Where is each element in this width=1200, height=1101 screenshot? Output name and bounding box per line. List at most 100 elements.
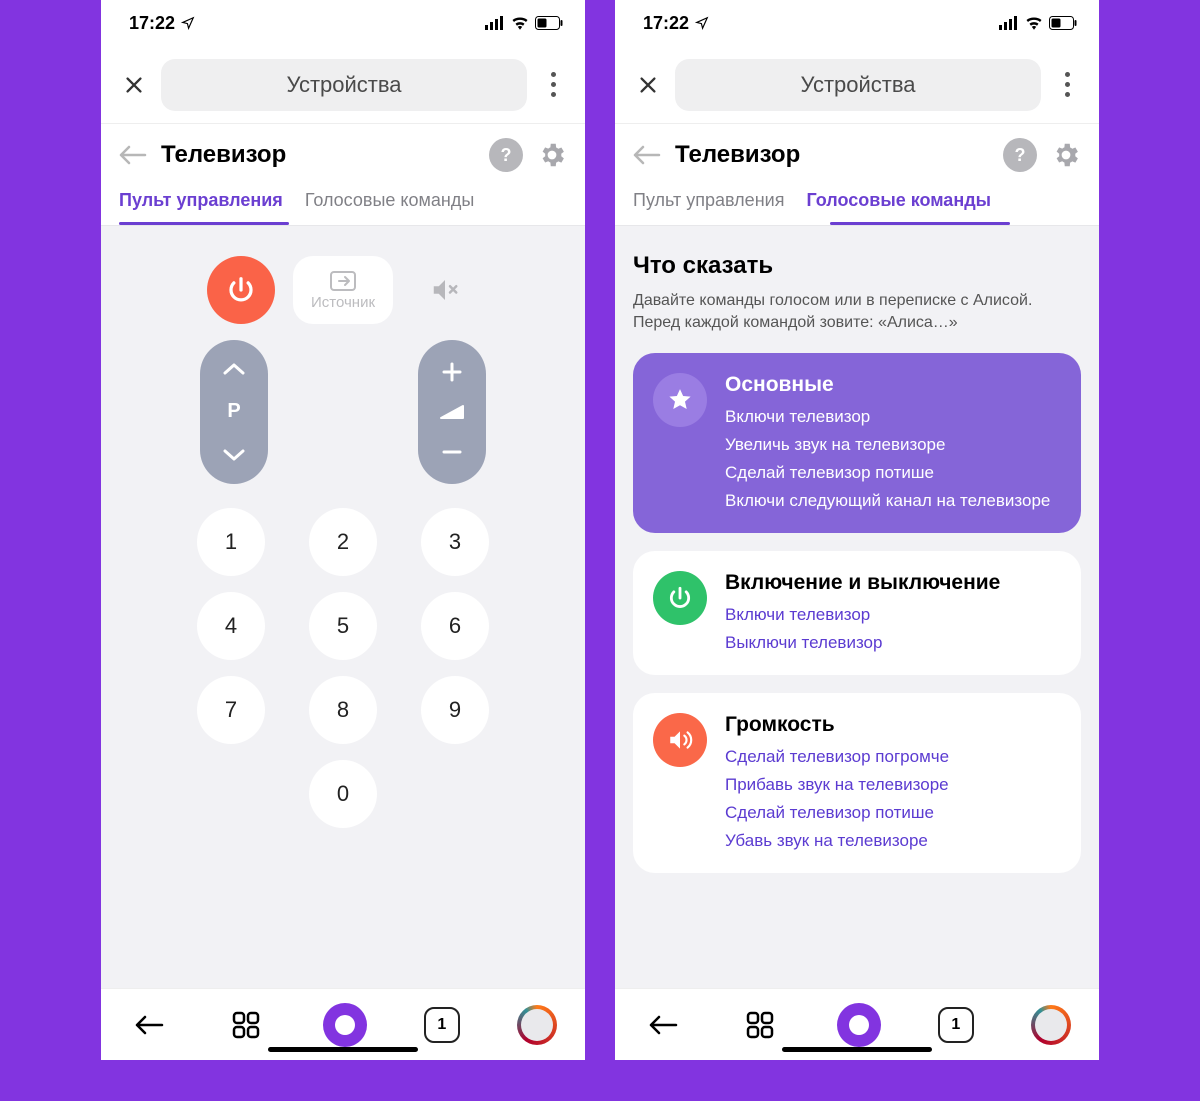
channel-label: P [227, 400, 240, 423]
back-arrow-icon[interactable] [119, 145, 147, 165]
tab-remote[interactable]: Пульт управления [633, 180, 784, 225]
page-context-label: Устройства [286, 72, 401, 98]
numkey-8[interactable]: 8 [309, 676, 377, 744]
page-header: Телевизор ? [101, 124, 585, 180]
numpad: 1 2 3 4 5 6 7 8 9 0 [197, 508, 489, 828]
nav-alice-button[interactable] [323, 1003, 367, 1047]
nav-tabs-button[interactable]: 1 [424, 1007, 460, 1043]
grid-icon [746, 1011, 774, 1039]
status-time: 17:22 [129, 13, 175, 34]
tab-voice[interactable]: Голосовые команды [305, 180, 474, 225]
numkey-2[interactable]: 2 [309, 508, 377, 576]
speaker-icon [653, 713, 707, 767]
status-bar: 17:22 [615, 0, 1099, 46]
input-icon [329, 270, 357, 292]
settings-button[interactable] [1051, 140, 1081, 170]
phone-screen-remote: 17:22 Устройства Телевизор ? Пульт управ… [101, 0, 585, 1060]
voice-command: Включи телевизор [725, 407, 1061, 427]
close-icon [123, 74, 145, 96]
voice-command: Прибавь звук на телевизоре [725, 775, 1061, 795]
settings-button[interactable] [537, 140, 567, 170]
mute-button[interactable] [411, 256, 479, 324]
help-button[interactable]: ? [1003, 138, 1037, 172]
arrow-left-icon [134, 1014, 164, 1036]
close-button[interactable] [119, 70, 149, 100]
voice-command: Сделай телевизор погромче [725, 747, 1061, 767]
card-power-title: Включение и выключение [725, 571, 1061, 595]
cellular-icon [999, 16, 1019, 30]
avatar-icon [521, 1009, 553, 1041]
arrow-left-icon [648, 1014, 678, 1036]
remote-panel: Источник P 1 2 3 4 5 6 7 [101, 226, 585, 988]
more-menu-button[interactable] [539, 72, 567, 97]
voice-command: Включи телевизор [725, 605, 1061, 625]
nav-apps-button[interactable] [226, 1005, 266, 1045]
phone-screen-voice: 17:22 Устройства Телевизор ? Пульт управ… [615, 0, 1099, 1060]
home-indicator[interactable] [268, 1047, 418, 1052]
wifi-icon [1025, 16, 1043, 30]
help-button[interactable]: ? [489, 138, 523, 172]
numkey-7[interactable]: 7 [197, 676, 265, 744]
numkey-6[interactable]: 6 [421, 592, 489, 660]
source-label: Источник [311, 294, 375, 311]
close-icon [637, 74, 659, 96]
numkey-5[interactable]: 5 [309, 592, 377, 660]
more-menu-button[interactable] [1053, 72, 1081, 97]
voice-command: Включи следующий канал на телевизоре [725, 491, 1061, 511]
voice-command: Выключи телевизор [725, 633, 1061, 653]
numkey-1[interactable]: 1 [197, 508, 265, 576]
channel-down-button[interactable] [223, 448, 245, 462]
nav-back-button[interactable] [129, 1005, 169, 1045]
voice-heading: Что сказать [633, 252, 1081, 280]
close-button[interactable] [633, 70, 663, 100]
numkey-3[interactable]: 3 [421, 508, 489, 576]
star-icon [653, 373, 707, 427]
card-basic[interactable]: Основные Включи телевизор Увеличь звук н… [633, 353, 1081, 533]
home-indicator[interactable] [782, 1047, 932, 1052]
source-button[interactable]: Источник [293, 256, 393, 324]
tab-voice[interactable]: Голосовые команды [806, 180, 991, 225]
nav-alice-button[interactable] [837, 1003, 881, 1047]
tab-count: 1 [951, 1016, 960, 1034]
numkey-0[interactable]: 0 [309, 760, 377, 828]
numkey-9[interactable]: 9 [421, 676, 489, 744]
tab-remote[interactable]: Пульт управления [119, 180, 283, 225]
tabs: Пульт управления Голосовые команды [101, 180, 585, 226]
nav-profile-button[interactable] [1031, 1005, 1071, 1045]
voice-panel: Что сказать Давайте команды голосом или … [615, 226, 1099, 988]
question-icon: ? [1015, 145, 1026, 166]
back-arrow-icon[interactable] [633, 145, 661, 165]
card-volume[interactable]: Громкость Сделай телевизор погромче Приб… [633, 693, 1081, 873]
voice-command: Сделай телевизор потише [725, 463, 1061, 483]
volume-icon [439, 404, 465, 420]
page-title: Телевизор [161, 141, 475, 169]
grid-icon [232, 1011, 260, 1039]
card-basic-title: Основные [725, 373, 1061, 397]
nav-apps-button[interactable] [740, 1005, 780, 1045]
mute-icon [430, 275, 460, 305]
channel-up-button[interactable] [223, 362, 245, 376]
channel-rocker: P [200, 340, 268, 484]
status-bar: 17:22 [101, 0, 585, 46]
nav-back-button[interactable] [643, 1005, 683, 1045]
question-icon: ? [501, 145, 512, 166]
power-button[interactable] [207, 256, 275, 324]
top-nav: Устройства [615, 46, 1099, 124]
volume-down-button[interactable] [441, 441, 463, 463]
page-title: Телевизор [675, 141, 989, 169]
card-volume-title: Громкость [725, 713, 1061, 737]
nav-profile-button[interactable] [517, 1005, 557, 1045]
alice-icon [849, 1015, 869, 1035]
battery-icon [1049, 16, 1077, 30]
battery-icon [535, 16, 563, 30]
volume-up-button[interactable] [441, 361, 463, 383]
page-context-pill[interactable]: Устройства [675, 59, 1041, 111]
numkey-4[interactable]: 4 [197, 592, 265, 660]
page-header: Телевизор ? [615, 124, 1099, 180]
card-power[interactable]: Включение и выключение Включи телевизор … [633, 551, 1081, 675]
nav-tabs-button[interactable]: 1 [938, 1007, 974, 1043]
alice-icon [335, 1015, 355, 1035]
cellular-icon [485, 16, 505, 30]
page-context-pill[interactable]: Устройства [161, 59, 527, 111]
voice-command: Убавь звук на телевизоре [725, 831, 1061, 851]
